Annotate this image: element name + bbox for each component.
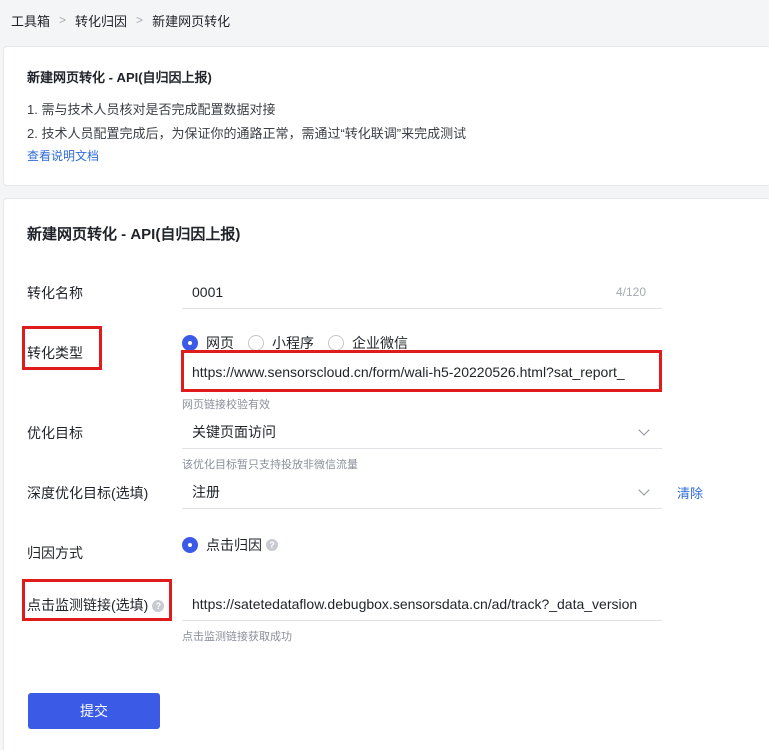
deep-goal-label: 深度优化目标(选填) [27, 485, 149, 501]
click-monitor-label-text: 点击监测链接(选填) [27, 597, 149, 613]
url-valid-hint: 网页链接校验有效 [182, 399, 270, 411]
radio-label: 企业微信 [352, 335, 408, 351]
conversion-type-label: 转化类型 [27, 345, 83, 361]
optimization-goal-value: 关键页面访问 [192, 423, 276, 440]
deep-goal-select[interactable]: 注册 [182, 475, 662, 509]
breadcrumb-separator-icon: > [136, 13, 144, 27]
doc-link[interactable]: 查看说明文档 [27, 147, 99, 164]
info-card-title: 新建网页转化 - API(自归因上报) [27, 70, 212, 85]
chevron-down-icon [638, 423, 650, 436]
radio-option-click-attribution[interactable]: 点击归因 ? [182, 535, 278, 555]
conversion-type-radio-group: 网页 小程序 企业微信 [182, 333, 422, 353]
help-icon[interactable]: ? [152, 600, 165, 613]
radio-label: 小程序 [272, 335, 314, 351]
webpage-url-value: https://www.sensorscloud.cn/form/wali-h5… [192, 364, 625, 380]
conversion-name-label: 转化名称 [27, 285, 83, 301]
deep-goal-value: 注册 [192, 483, 220, 500]
breadcrumb-item-current: 新建网页转化 [152, 13, 231, 29]
webpage-url-input[interactable]: https://www.sensorscloud.cn/form/wali-h5… [182, 355, 662, 389]
breadcrumb-item-toolbox[interactable]: 工具箱 [11, 11, 50, 30]
radio-checked-icon [182, 335, 198, 351]
radio-unchecked-icon [328, 335, 344, 351]
click-monitor-label: 点击监测链接(选填)? [27, 595, 165, 615]
radio-checked-icon [182, 537, 198, 553]
optimization-goal-select[interactable]: 关键页面访问 [182, 415, 662, 449]
attribution-method-label: 归因方式 [27, 545, 83, 561]
form-card: 新建网页转化 - API(自归因上报) 转化名称 0001 4/120 转化类型… [3, 198, 769, 750]
form-title: 新建网页转化 - API(自归因上报) [27, 226, 241, 243]
attribution-radio-group: 点击归因 ? [182, 535, 292, 555]
radio-option-miniprogram[interactable]: 小程序 [248, 333, 314, 353]
radio-unchecked-icon [248, 335, 264, 351]
radio-label: 网页 [206, 335, 234, 351]
clear-button[interactable]: 清除 [677, 483, 703, 502]
char-counter: 4/120 [615, 284, 646, 299]
radio-label: 点击归因 [206, 537, 262, 553]
conversion-name-input[interactable]: 0001 4/120 [182, 275, 662, 309]
radio-option-webpage[interactable]: 网页 [182, 333, 234, 353]
radio-option-wecom[interactable]: 企业微信 [328, 333, 408, 353]
info-card: 新建网页转化 - API(自归因上报) 1. 需与技术人员核对是否完成配置数据对… [3, 46, 769, 186]
monitor-hint: 点击监测链接获取成功 [182, 631, 292, 643]
breadcrumb-separator-icon: > [59, 13, 67, 27]
help-icon[interactable]: ? [266, 539, 278, 551]
optimization-goal-label: 优化目标 [27, 425, 83, 441]
info-step-1: 1. 需与技术人员核对是否完成配置数据对接 [27, 102, 276, 117]
conversion-name-value: 0001 [192, 283, 224, 300]
breadcrumb-item-attribution[interactable]: 转化归因 [75, 11, 127, 30]
info-step-2: 2. 技术人员配置完成后，为保证你的通路正常，需通过“转化联调”来完成测试 [27, 126, 467, 141]
submit-button[interactable]: 提交 [28, 693, 160, 729]
click-monitor-url-input[interactable]: https://satetedataflow.debugbox.sensorsd… [182, 587, 662, 621]
goal-hint: 该优化目标暂只支持投放非微信流量 [182, 459, 358, 471]
click-monitor-url-value: https://satetedataflow.debugbox.sensorsd… [192, 595, 638, 612]
breadcrumb: 工具箱 > 转化归因 > 新建网页转化 [11, 10, 230, 30]
chevron-down-icon [638, 483, 650, 496]
